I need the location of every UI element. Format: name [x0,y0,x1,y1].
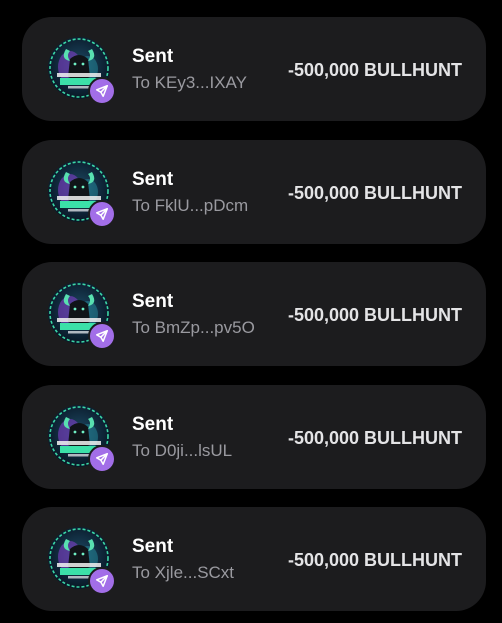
transaction-details: Sent To FklU...pDcm [132,169,248,216]
token-avatar [48,405,116,473]
transaction-details: Sent To Xjle...SCxt [132,536,234,583]
transaction-row[interactable]: Sent To D0ji...lsUL -500,000 BULLHUNT [22,385,486,489]
transaction-row[interactable]: Sent To BmZp...pv5O -500,000 BULLHUNT [22,262,486,366]
transaction-amount: -500,000 BULLHUNT [287,183,462,203]
recipient-address: To Xjle...SCxt [132,563,235,582]
transaction-amount: -500,000 BULLHUNT [287,428,462,448]
transaction-amount: -500,000 BULLHUNT [287,305,462,325]
send-icon [88,567,116,595]
recipient-address: To FklU...pDcm [132,196,249,215]
transaction-type-label: Sent [132,414,174,435]
token-avatar [48,160,116,228]
token-avatar [48,527,116,595]
transaction-type-label: Sent [132,291,174,312]
recipient-address: To KEy3...IXAY [132,73,247,92]
send-icon [88,445,116,473]
transaction-details: Sent To KEy3...IXAY [132,46,247,93]
transaction-list: Sent To KEy3...IXAY -500,000 BULLHUNT Sent… [0,0,502,623]
send-icon [88,200,116,228]
token-avatar [48,37,116,105]
token-avatar [48,282,116,350]
transaction-amount: -500,000 BULLHUNT [287,550,462,570]
transaction-row[interactable]: Sent To Xjle...SCxt -500,000 BULLHUNT [22,507,486,611]
recipient-address: To D0ji...lsUL [132,441,233,460]
transaction-details: Sent To BmZp...pv5O [132,291,255,338]
transaction-amount: -500,000 BULLHUNT [287,60,462,80]
transaction-type-label: Sent [132,536,174,557]
transaction-type-label: Sent [132,46,174,67]
send-icon [88,322,116,350]
transaction-type-label: Sent [132,169,174,190]
transaction-details: Sent To D0ji...lsUL [132,414,232,461]
transaction-row[interactable]: Sent To FklU...pDcm -500,000 BULLHUNT [22,140,486,244]
recipient-address: To BmZp...pv5O [132,318,255,337]
send-icon [88,77,116,105]
transaction-row[interactable]: Sent To KEy3...IXAY -500,000 BULLHUNT [22,17,486,121]
